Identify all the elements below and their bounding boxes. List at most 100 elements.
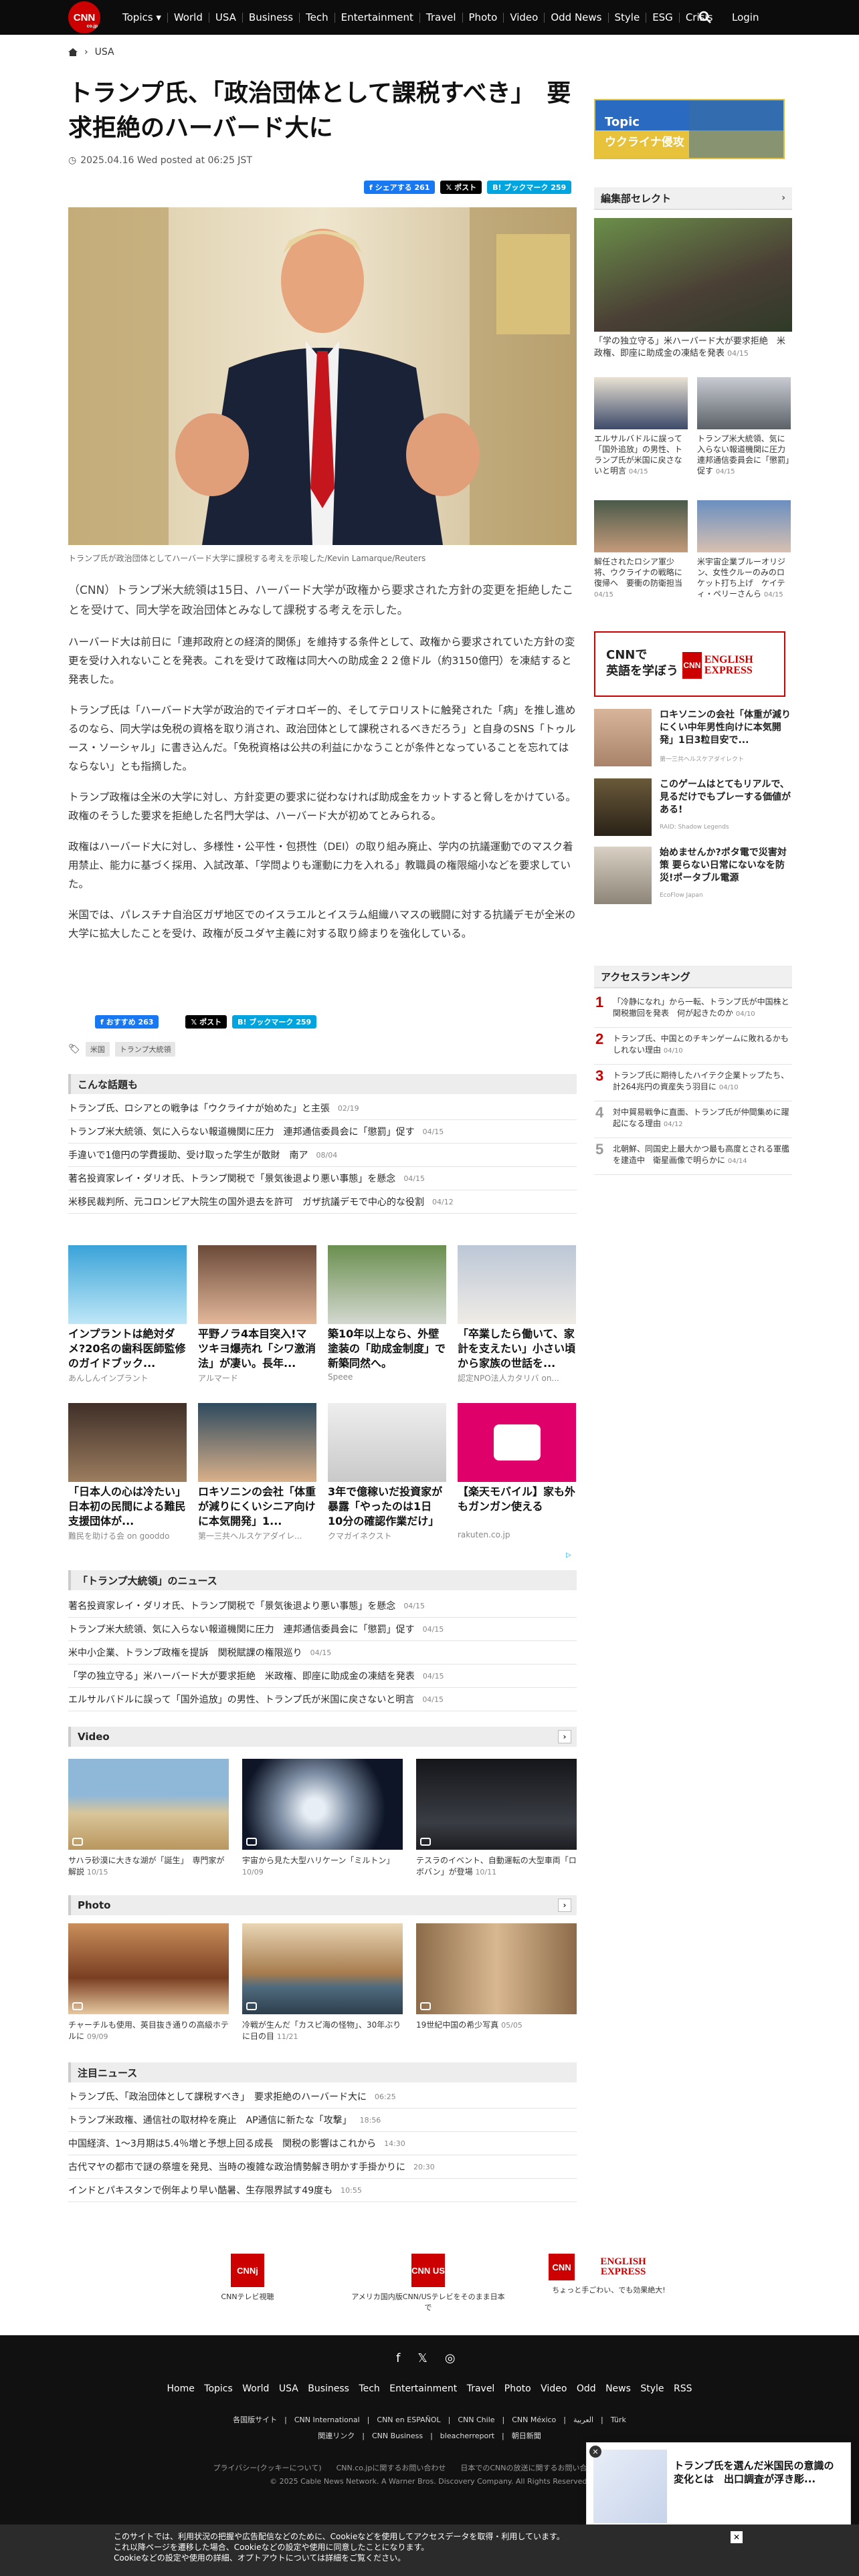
editors-pick-feature[interactable]: 「学の独立守る」米ハーバード大が要求拒絶 米政権、即座に助成金の凍結を発表 04…	[594, 218, 792, 360]
nav-video[interactable]: Video	[504, 12, 545, 23]
ranking-item[interactable]: 1 「冷静になれ」から一転、トランプ氏が中国株と関税撤回を発表 何が起きたのか 0…	[594, 991, 792, 1028]
close-icon[interactable]: ✕	[589, 2446, 601, 2458]
cnn-logo[interactable]: CNN co.jp	[68, 1, 100, 33]
clock-icon: ◷	[68, 155, 77, 166]
instagram-icon[interactable]: ◎	[445, 2351, 456, 2365]
chevron-right-icon[interactable]: ›	[558, 1730, 571, 1743]
hatena-bookmark-button[interactable]: B! ブックマーク 259	[487, 181, 572, 194]
topic-banner-ukraine[interactable]: Topic ウクライナ侵攻	[594, 99, 785, 159]
ranking-item[interactable]: 3 トランプ氏に期待したハイテク企業トップたち、計264兆円の資産失う羽目に 04…	[594, 1065, 792, 1101]
facebook-recommend-button[interactable]: f おすすめ 263	[95, 1015, 159, 1029]
footer-related-links[interactable]: 関連リンク | CNN Business | bleacherreport | …	[0, 2430, 859, 2441]
nav-entertainment[interactable]: Entertainment	[335, 12, 420, 23]
list-item[interactable]: インドとパキスタンで例年より早い酷暑、生存限界試す49度も 10:55	[68, 2179, 577, 2202]
video-thumbnail	[416, 1759, 577, 1850]
ranking-header: アクセスランキング	[594, 966, 792, 988]
video-card[interactable]: サハラ砂漠に大きな湖が「誕生」 専門家が解説 10/15	[68, 1759, 229, 1878]
chevron-right-icon[interactable]: ›	[558, 1899, 571, 1912]
camera-icon	[246, 2002, 257, 2010]
nav-business[interactable]: Business	[243, 12, 300, 23]
ranking-item[interactable]: 5 北朝鮮、同国史上最大かつ最も高度とされる軍艦を建造中 衛星画像で明らかに 04…	[594, 1138, 792, 1175]
list-item[interactable]: 「学の独立守る」米ハーバード大が要求拒絶 米政権、即座に助成金の凍結を発表 04/…	[68, 1665, 577, 1688]
list-item[interactable]: 古代マヤの都市で謎の祭壇を発見、当時の複雑な政治情勢解き明かす手掛かりに 20:3…	[68, 2155, 577, 2179]
x-post-button[interactable]: 𝕏 ポスト	[440, 181, 482, 194]
popup-title[interactable]: トランプ氏を選んだ米国民の意識の変化とは 出口調査が浮き彫...	[674, 2459, 841, 2486]
footer-intl-links[interactable]: 各国版サイト | CNN International | CNN en ESPA…	[0, 2414, 859, 2425]
adchoices-icon[interactable]: ▷	[566, 1551, 571, 1559]
ad-card[interactable]: 「日本人の心は冷たい」日本初の民間による難民支援団体が... 難民を助ける会 on…	[68, 1403, 187, 1541]
ad-card[interactable]: インプラントは絶対ダメ?20名の歯科医師監修のガイドブック... あんしんインプラ…	[68, 1245, 187, 1384]
service-logos: CNNj CNNテレビ視聴 CNN US アメリカ国内版CNN/USテレビをそのまま…	[0, 2247, 859, 2312]
ad-card[interactable]: 3年で億稼いだ投資家が暴露「やったのは1日10分の確認作業だけ」 クマガイネクスト	[328, 1403, 446, 1541]
video-card[interactable]: テスラのイベント、自動運転の大型車両「ロボバン」が登場 10/11	[416, 1759, 577, 1878]
nav-photo[interactable]: Photo	[463, 12, 504, 23]
list-item[interactable]: 中国経済、1～3月期は5.4％増と予想上回る成長 関税の影響はこれから 14:30	[68, 2132, 577, 2155]
close-icon[interactable]: ✕	[731, 2531, 743, 2543]
x-icon[interactable]: 𝕏	[417, 2351, 427, 2365]
english-express-link[interactable]: CNN ENGLISH EXPRESS ちょっと手ごわい、でも効果絶大!	[549, 2254, 669, 2295]
list-item[interactable]: トランプ米大統領、気に入らない報道機関に圧力 連邦通信委員会に「懲罰」促す 04/…	[68, 1120, 577, 1144]
list-item[interactable]: 米中小企業、トランプ政権を提訴 関税賦課の権限巡り 04/15	[68, 1641, 577, 1665]
ad-card[interactable]: ロキソニンの会社「体重が減りにくいシニア向けに本気開発」1... 第一三共ヘルスケ…	[198, 1403, 316, 1541]
list-item[interactable]: トランプ米大統領、気に入らない報道機関に圧力 連邦通信委員会に「懲罰」促す 04/…	[68, 1618, 577, 1641]
sponsored-image	[594, 847, 652, 904]
nav-world[interactable]: World	[168, 12, 209, 23]
photo-card[interactable]: 冷戦が生んだ「カスピ海の怪物」、30年ぶりに日の目 11/21	[242, 1923, 403, 2042]
nav-style[interactable]: Style	[609, 12, 647, 23]
top-nav: CNN co.jp Topics ▾ World USA Business Tec…	[0, 0, 859, 35]
x-post-button[interactable]: 𝕏 ポスト	[185, 1015, 227, 1029]
editors-pick-card[interactable]: 解任されたロシア軍少将、ウクライナの戦略に復帰へ 要衝の防衛担当 04/15	[594, 500, 688, 601]
nav-usa[interactable]: USA	[209, 12, 243, 23]
hatena-bookmark-button[interactable]: B! ブックマーク 259	[232, 1015, 317, 1029]
chevron-right-icon: ›	[84, 47, 88, 58]
ad-card[interactable]: 築10年以上なら、外壁塗装の「助成金制度」で新築同然へ。 Speee	[328, 1245, 446, 1382]
sponsored-item[interactable]: ロキソニンの会社「体重が減りにくい中年男性向けに本気開発」1日3粒目安で... 第…	[594, 709, 792, 766]
nav-travel[interactable]: Travel	[420, 12, 463, 23]
nav-odd-news[interactable]: Odd News	[545, 12, 609, 23]
ad-card[interactable]: 【楽天モバイル】家も外もガンガン使える rakuten.co.jp	[458, 1403, 576, 1539]
photo-card[interactable]: チャーチルも使用、英目抜き通りの高級ホテルに 09/09	[68, 1923, 229, 2042]
sponsored-item[interactable]: 始めませんか?ポタ電で災害対策 要らない日常にないなを防災!ポータブル電源 Eco…	[594, 847, 792, 904]
footer-nav[interactable]: Home Topics World USA Business Tech Ente…	[0, 2383, 859, 2394]
list-item[interactable]: トランプ氏、「政治団体として課税すべき」 要求拒絶のハーバード大に 06:25	[68, 2085, 577, 2109]
facebook-icon[interactable]: f	[396, 2351, 400, 2365]
list-item[interactable]: トランプ米政権、通信社の取材枠を廃止 AP通信に新たな「攻撃」 18:56	[68, 2109, 577, 2132]
editors-pick-card[interactable]: トランプ米大統領、気に入らない報道機関に圧力 連邦通信委員会に「懲罰」促す 04…	[697, 377, 793, 477]
list-item[interactable]: 著名投資家レイ・ダリオ氏、トランプ関税で「景気後退より悪い事態」を懸念 04/15	[68, 1167, 577, 1190]
sponsored-item[interactable]: このゲームはとてもリアルで、見るだけでもプレーする価値がある! RAID: Sha…	[594, 778, 792, 836]
tag-usa[interactable]: 米国	[85, 1042, 110, 1057]
ad-card[interactable]: 「卒業したら働いて、家計を支えたい」小さい頃から家族の世話を... 認定NPO法人…	[458, 1245, 576, 1384]
chevron-right-icon[interactable]: ›	[781, 193, 785, 203]
cnnj-link[interactable]: CNNj CNNテレビ視聴	[201, 2254, 294, 2302]
editors-pick-card[interactable]: エルサルバドルに誤って「国外追放」の男性、トランプ氏が米国に戻さないと明言 04…	[594, 377, 688, 477]
list-item[interactable]: 米移民裁判所、元コロンビア大院生の国外退去を許可 ガザ抗議デモで中心的な役割 04…	[68, 1190, 577, 1214]
photo-thumbnail	[416, 1923, 577, 2014]
english-express-ad[interactable]: CNNで 英語を学ぼう CNN ENGLISH EXPRESS	[594, 631, 785, 697]
ranking-item[interactable]: 4 対中貿易戦争に直面、トランプ氏が仲間集めに躍起になる理由 04/12	[594, 1101, 792, 1138]
list-item[interactable]: トランプ氏、ロシアとの戦争は「ウクライナが始めた」と主張 02/19	[68, 1097, 577, 1120]
ranking-item[interactable]: 2 トランプ氏、中国とのチキンゲームに敗れるかもしれない理由 04/10	[594, 1028, 792, 1065]
social-links: f 𝕏 ◎	[396, 2351, 456, 2365]
home-icon[interactable]	[68, 48, 78, 56]
nav-topics[interactable]: Topics ▾	[116, 12, 168, 23]
editors-pick-card[interactable]: 米宇宙企業ブルーオリジン、女性クルーのみのロケット打ち上げ ケイティ・ペリーさん…	[697, 500, 791, 601]
facebook-share-button[interactable]: f シェアする 261	[364, 181, 436, 194]
photo-thumbnail	[68, 1923, 229, 2014]
video-card[interactable]: 宇宙から見た大型ハリケーン「ミルトン」 10/09	[242, 1759, 403, 1878]
search-icon[interactable]	[698, 11, 712, 24]
nav-tech[interactable]: Tech	[300, 12, 335, 23]
tag-trump[interactable]: トランプ大統領	[114, 1042, 176, 1057]
ad-card[interactable]: 平野ノラ4本目突入!マツキヨ爆売れ「シワ激消法」が凄い。長年... アルマード	[198, 1245, 316, 1384]
cnn-us-link[interactable]: CNN US アメリカ国内版CNN/USテレビをそのまま日本で	[348, 2254, 508, 2313]
login-link[interactable]: Login	[732, 11, 759, 23]
popup-image	[593, 2450, 667, 2523]
recommend-popup[interactable]: トランプ氏を選んだ米国民の意識の変化とは 出口調査が浮き彫... ✕	[586, 2442, 851, 2527]
photo-card[interactable]: 19世紀中国の希少写真 05/05	[416, 1923, 577, 2031]
list-item[interactable]: 手違いで1億円の学費援助、受け取った学生が散財 南ア 08/04	[68, 1144, 577, 1167]
breadcrumb-usa[interactable]: USA	[95, 47, 114, 58]
list-item[interactable]: 著名投資家レイ・ダリオ氏、トランプ関税で「景気後退より悪い事態」を懸念 04/15	[68, 1594, 577, 1618]
ad-image	[458, 1403, 576, 1482]
list-item[interactable]: エルサルバドルに誤って「国外追放」の男性、トランプ氏が米国に戻さないと明言 04/…	[68, 1688, 577, 1711]
nav-esg[interactable]: ESG	[646, 12, 680, 23]
video-thumbnail	[68, 1759, 229, 1850]
